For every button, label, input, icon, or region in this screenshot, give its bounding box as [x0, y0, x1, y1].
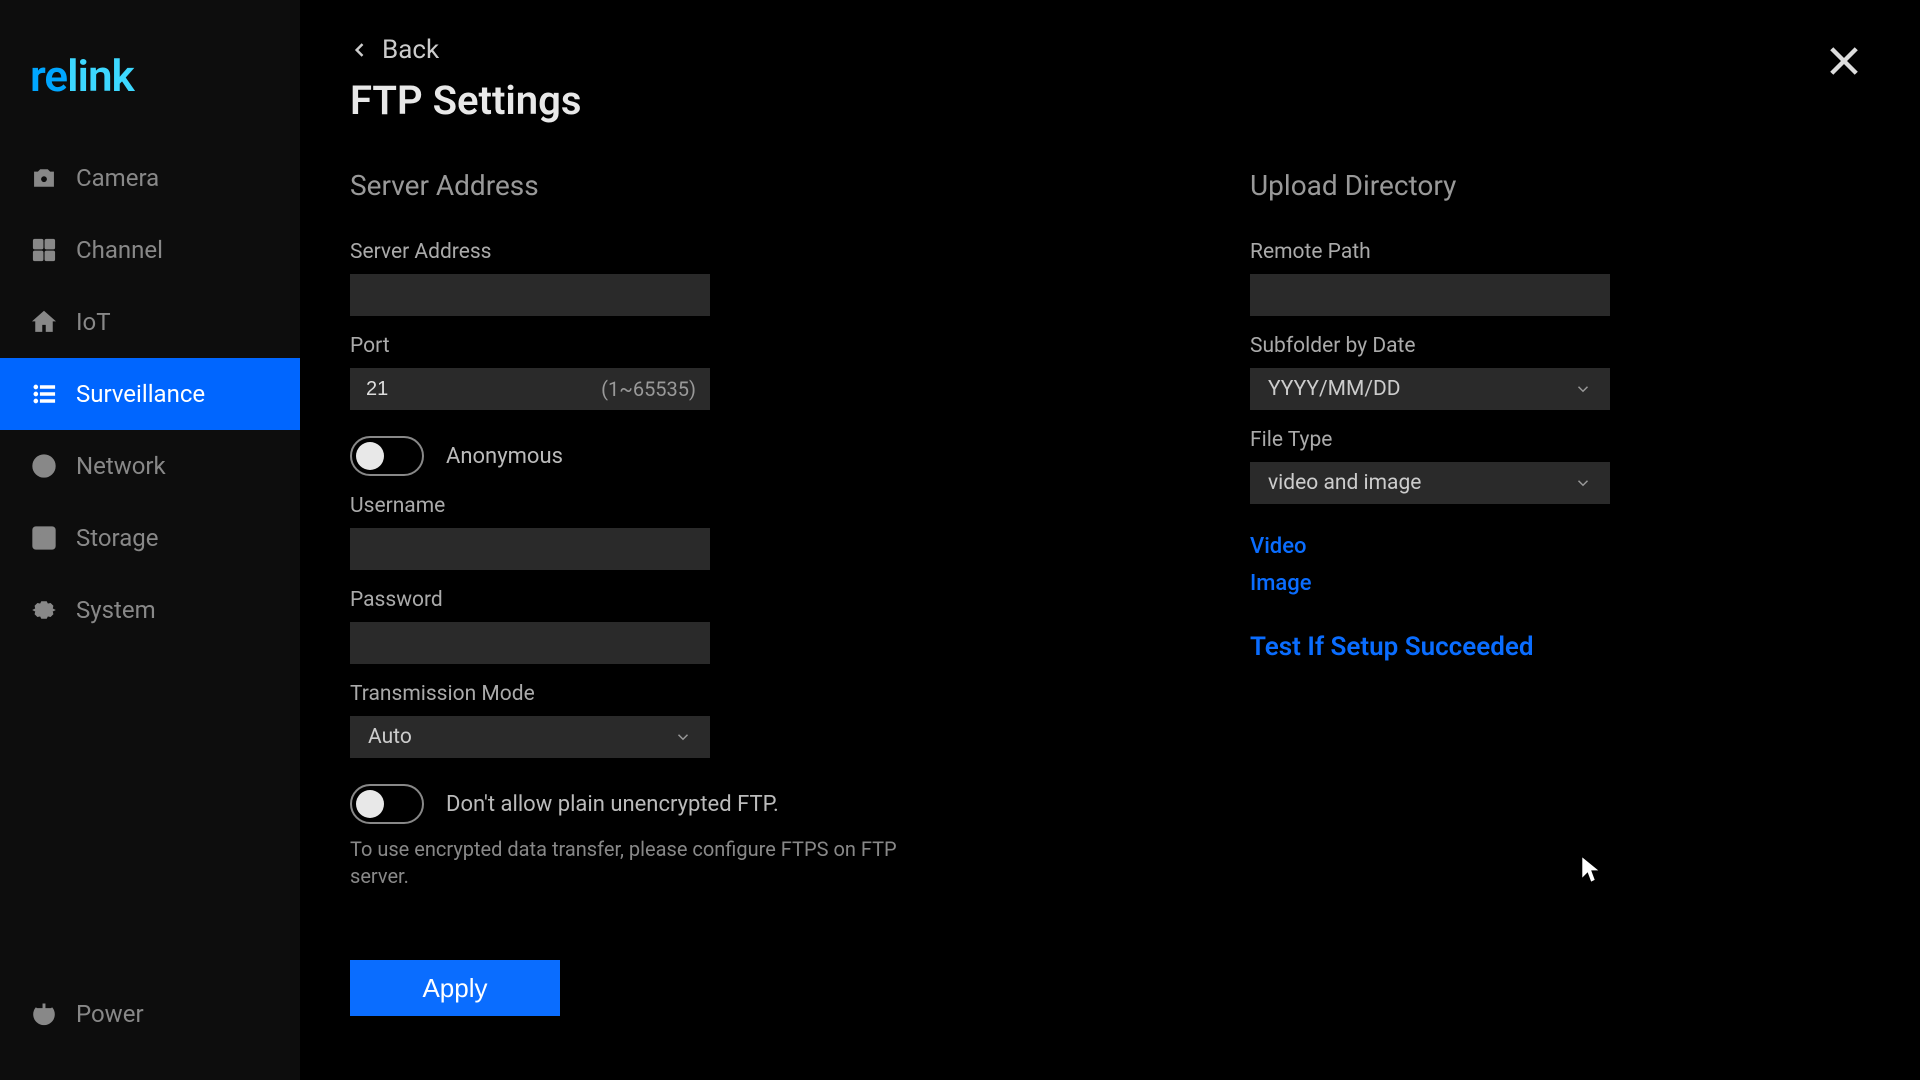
- subfolder-date-select[interactable]: YYYY/MM/DD: [1250, 368, 1610, 410]
- sidebar-item-label: Surveillance: [76, 380, 205, 408]
- chevron-down-icon: [1574, 380, 1592, 398]
- test-setup-link[interactable]: Test If Setup Succeeded: [1250, 632, 1610, 662]
- sidebar-item-label: System: [76, 596, 156, 624]
- logo-part-1: re: [30, 50, 67, 102]
- chevron-down-icon: [674, 728, 692, 746]
- anonymous-toggle[interactable]: [350, 436, 424, 476]
- globe-icon: [30, 452, 58, 480]
- sidebar-item-system[interactable]: System: [0, 574, 300, 646]
- back-label: Back: [382, 35, 439, 65]
- no-plain-ftp-label: Don't allow plain unencrypted FTP.: [446, 792, 779, 817]
- chevron-left-icon: [350, 40, 370, 60]
- image-link[interactable]: Image: [1250, 571, 1610, 596]
- sidebar-item-label: Channel: [76, 236, 163, 264]
- ftps-help-text: To use encrypted data transfer, please c…: [350, 836, 950, 890]
- video-link[interactable]: Video: [1250, 534, 1610, 559]
- close-button[interactable]: [1823, 40, 1865, 86]
- sidebar-item-power[interactable]: Power: [0, 978, 300, 1050]
- sidebar-item-label: IoT: [76, 308, 111, 336]
- search-icon: [30, 524, 58, 552]
- subfolder-date-label: Subfolder by Date: [1250, 334, 1610, 358]
- gear-icon: [30, 596, 58, 624]
- server-address-input[interactable]: [350, 274, 710, 316]
- sidebar-item-iot[interactable]: IoT: [0, 286, 300, 358]
- main-content: Back FTP Settings Server Address Server …: [300, 0, 1920, 1080]
- username-label: Username: [350, 494, 950, 518]
- sidebar-item-camera[interactable]: Camera: [0, 142, 300, 214]
- username-input[interactable]: [350, 528, 710, 570]
- power-icon: [30, 1000, 58, 1028]
- camera-icon: [30, 164, 58, 192]
- transmission-mode-label: Transmission Mode: [350, 682, 950, 706]
- password-input[interactable]: [350, 622, 710, 664]
- sidebar-nav: Camera Channel IoT Surveillance: [0, 142, 300, 1080]
- sidebar-item-label: Network: [76, 452, 166, 480]
- page-title: FTP Settings: [350, 77, 1870, 124]
- transmission-mode-select[interactable]: Auto: [350, 716, 710, 758]
- transmission-mode-value: Auto: [368, 725, 412, 749]
- sidebar-item-label: Camera: [76, 164, 159, 192]
- home-icon: [30, 308, 58, 336]
- anonymous-label: Anonymous: [446, 444, 563, 469]
- password-label: Password: [350, 588, 950, 612]
- file-type-label: File Type: [1250, 428, 1610, 452]
- chevron-down-icon: [1574, 474, 1592, 492]
- sidebar-item-network[interactable]: Network: [0, 430, 300, 502]
- sidebar-item-label: Power: [76, 1000, 144, 1028]
- sidebar-item-channel[interactable]: Channel: [0, 214, 300, 286]
- remote-path-label: Remote Path: [1250, 240, 1610, 264]
- server-address-column: Server Address Server Address Port (1~65…: [350, 169, 950, 1016]
- apply-button[interactable]: Apply: [350, 960, 560, 1016]
- server-address-section-title: Server Address: [350, 169, 950, 202]
- no-plain-ftp-toggle[interactable]: [350, 784, 424, 824]
- port-input[interactable]: [350, 368, 710, 410]
- file-type-select[interactable]: video and image: [1250, 462, 1610, 504]
- list-icon: [30, 380, 58, 408]
- port-label: Port: [350, 334, 950, 358]
- brand-logo: relink: [0, 30, 300, 142]
- back-button[interactable]: Back: [350, 35, 1870, 65]
- logo-part-2: link: [67, 50, 134, 102]
- upload-directory-column: Upload Directory Remote Path Subfolder b…: [1250, 169, 1610, 1016]
- subfolder-date-value: YYYY/MM/DD: [1268, 377, 1401, 401]
- server-address-label: Server Address: [350, 240, 950, 264]
- file-type-value: video and image: [1268, 471, 1421, 495]
- upload-directory-section-title: Upload Directory: [1250, 169, 1610, 202]
- remote-path-input[interactable]: [1250, 274, 1610, 316]
- sidebar-item-label: Storage: [76, 524, 158, 552]
- sidebar: relink Camera Channel IoT: [0, 0, 300, 1080]
- grid-icon: [30, 236, 58, 264]
- sidebar-item-surveillance[interactable]: Surveillance: [0, 358, 300, 430]
- sidebar-item-storage[interactable]: Storage: [0, 502, 300, 574]
